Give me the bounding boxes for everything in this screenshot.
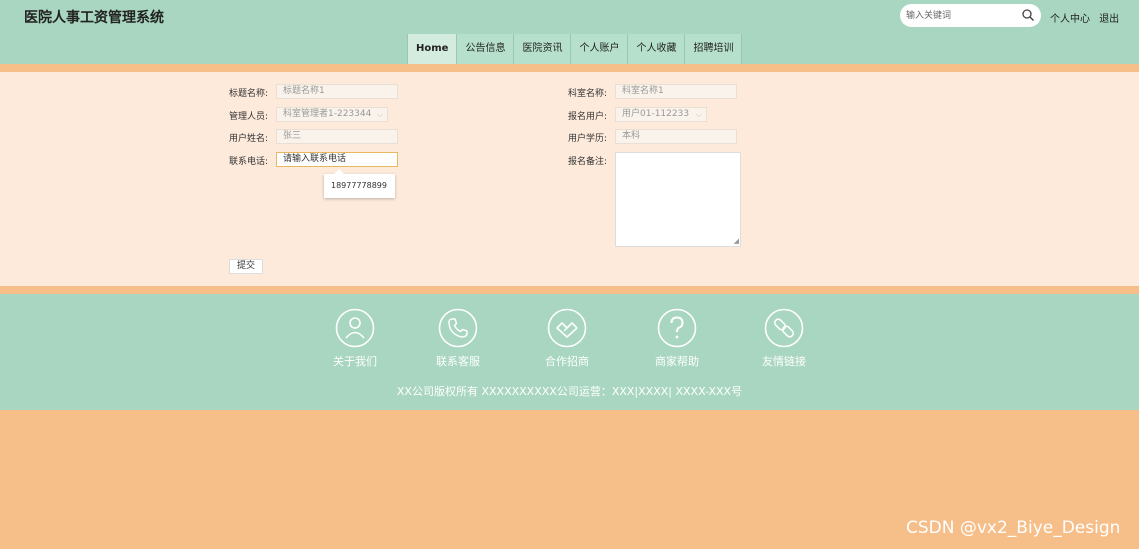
nav-announcements[interactable]: 公告信息 <box>456 34 514 64</box>
link-icon <box>764 308 804 348</box>
dropdown-caret <box>334 169 344 174</box>
education-label: 用户学历: <box>568 134 608 144</box>
applicant-select[interactable]: 用户01-112233 ⌵ <box>615 107 707 122</box>
manager-select[interactable]: 科室管理者1-223344 ⌵ <box>276 107 388 122</box>
nav-hospital-news[interactable]: 医院资讯 <box>513 34 571 64</box>
footer-about[interactable]: 关于我们 <box>315 308 395 369</box>
phone-autocomplete[interactable]: 18977778899 <box>324 169 395 198</box>
resize-handle-icon[interactable]: ◢ <box>734 237 739 245</box>
chevron-down-icon: ⌵ <box>695 110 702 119</box>
username-label: 用户姓名: <box>229 134 269 144</box>
title-label: 标题名称: <box>229 89 269 99</box>
search-icon[interactable] <box>1021 8 1035 22</box>
footer-help[interactable]: 商家帮助 <box>637 308 717 369</box>
personal-center-link[interactable]: 个人中心 <box>1050 14 1090 25</box>
submit-button[interactable]: 提交 <box>229 259 263 274</box>
department-field[interactable]: 科室名称1 <box>615 84 737 99</box>
watermark: CSDN @vx2_Biye_Design <box>906 518 1121 538</box>
header-divider <box>0 64 1139 72</box>
handshake-icon <box>547 308 587 348</box>
footer-cooperation[interactable]: 合作招商 <box>527 308 607 369</box>
manager-label: 管理人员: <box>229 112 269 122</box>
remarks-label: 报名备注: <box>568 157 608 167</box>
footer-about-label: 关于我们 <box>333 355 377 368</box>
main-nav: Home 公告信息 医院资讯 个人账户 个人收藏 招聘培训 <box>407 34 743 64</box>
top-links: 个人中心 退出 <box>1050 10 1125 25</box>
phone-label: 联系电话: <box>229 157 269 167</box>
education-field[interactable]: 本科 <box>615 129 737 144</box>
site-title: 医院人事工资管理系统 <box>24 10 164 26</box>
footer-divider <box>0 286 1139 294</box>
footer-contact[interactable]: 联系客服 <box>418 308 498 369</box>
search-input[interactable] <box>906 7 1018 24</box>
autocomplete-option[interactable]: 18977778899 <box>331 181 387 190</box>
search-box[interactable] <box>900 4 1041 27</box>
nav-recruitment[interactable]: 招聘培训 <box>684 34 743 64</box>
nav-personal-account[interactable]: 个人账户 <box>570 34 628 64</box>
footer-links-label: 友情链接 <box>762 355 806 368</box>
applicant-select-value: 用户01-112233 <box>622 109 690 119</box>
footer-contact-label: 联系客服 <box>436 355 480 368</box>
signup-form <box>0 72 1139 286</box>
username-field[interactable]: 张三 <box>276 129 398 144</box>
user-icon <box>335 308 375 348</box>
footer-links[interactable]: 友情链接 <box>744 308 824 369</box>
department-label: 科室名称: <box>568 89 608 99</box>
footer-help-label: 商家帮助 <box>655 355 699 368</box>
title-field[interactable]: 标题名称1 <box>276 84 398 99</box>
copyright-text: XX公司版权所有 XXXXXXXXXX公司运营：XXX|XXXX| XXXX-X… <box>396 385 743 398</box>
help-icon <box>657 308 697 348</box>
logout-link[interactable]: 退出 <box>1099 14 1119 25</box>
phone-icon <box>438 308 478 348</box>
nav-favorites[interactable]: 个人收藏 <box>627 34 685 64</box>
manager-select-value: 科室管理者1-223344 <box>283 109 372 119</box>
chevron-down-icon: ⌵ <box>376 110 383 119</box>
footer-cooperation-label: 合作招商 <box>545 355 589 368</box>
header: 医院人事工资管理系统 个人中心 退出 Home 公告信息 医院资讯 个人账户 个… <box>0 0 1139 64</box>
phone-field[interactable]: 请输入联系电话 <box>276 152 398 167</box>
footer: 关于我们 联系客服 合作招商 商家帮助 友情链接 XX公司版权所有 XXXXXX… <box>0 294 1139 410</box>
remarks-textarea[interactable]: ◢ <box>615 152 741 247</box>
nav-home[interactable]: Home <box>407 34 457 64</box>
applicant-label: 报名用户: <box>568 112 608 122</box>
